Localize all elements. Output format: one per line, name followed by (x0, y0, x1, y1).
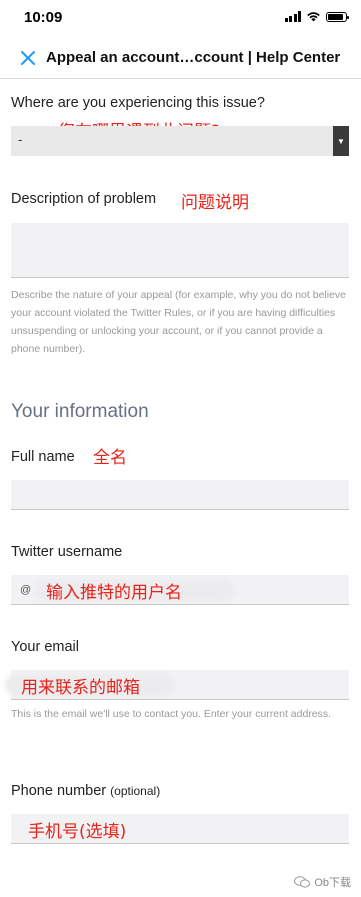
email-help-text: This is the email we'll use to contact y… (11, 708, 332, 720)
description-help-text: Describe the nature of your appeal (for … (11, 289, 347, 355)
status-bar: 10:09 (0, 0, 361, 38)
issue-location-selected-value: - (18, 132, 23, 147)
close-icon[interactable] (18, 48, 38, 68)
optional-tag: (optional) (110, 784, 161, 798)
issue-location-label: Where are you experiencing this issue? (11, 95, 265, 111)
phone-number-annotation: 手机号(选填) (28, 822, 127, 842)
your-email-input[interactable]: 用来联系的邮箱 (5, 670, 349, 700)
status-time: 10:09 (24, 9, 63, 26)
wechat-icon (294, 876, 311, 888)
phone-number-label: Phone number (optional) (11, 783, 160, 799)
battery-icon (326, 11, 349, 22)
nav-bar: Appeal an account…ccount | Help Center (0, 38, 361, 79)
watermark: Ob下载 (294, 874, 351, 890)
at-prefix: @ (20, 584, 32, 596)
full-name-input[interactable] (11, 480, 349, 510)
page-title: Appeal an account…ccount | Help Center (46, 49, 341, 66)
twitter-username-label: Twitter username (11, 544, 123, 560)
your-email-annotation: 用来联系的邮箱 (21, 678, 140, 698)
description-textarea[interactable] (11, 223, 349, 278)
description-annotation: 问题说明 (181, 193, 249, 213)
your-email-label: Your email (11, 639, 79, 655)
twitter-username-input[interactable]: @ 输入推特的用户名 (11, 575, 349, 605)
chevron-down-icon: ▼ (333, 126, 349, 156)
description-label: Description of problem (11, 191, 157, 207)
twitter-username-annotation: 输入推特的用户名 (46, 583, 182, 603)
cellular-signal-icon (284, 11, 301, 22)
full-name-label: Full name (11, 449, 75, 465)
wifi-icon (307, 12, 320, 22)
status-icons (284, 11, 349, 22)
your-information-heading: Your information (11, 401, 149, 422)
phone-number-label-text: Phone number (11, 783, 107, 799)
watermark-text: Ob下载 (314, 877, 351, 889)
full-name-annotation: 全名 (93, 448, 127, 468)
phone-number-input[interactable]: 手机号(选填) (11, 814, 349, 844)
issue-location-select[interactable]: - ▼ (11, 126, 349, 156)
